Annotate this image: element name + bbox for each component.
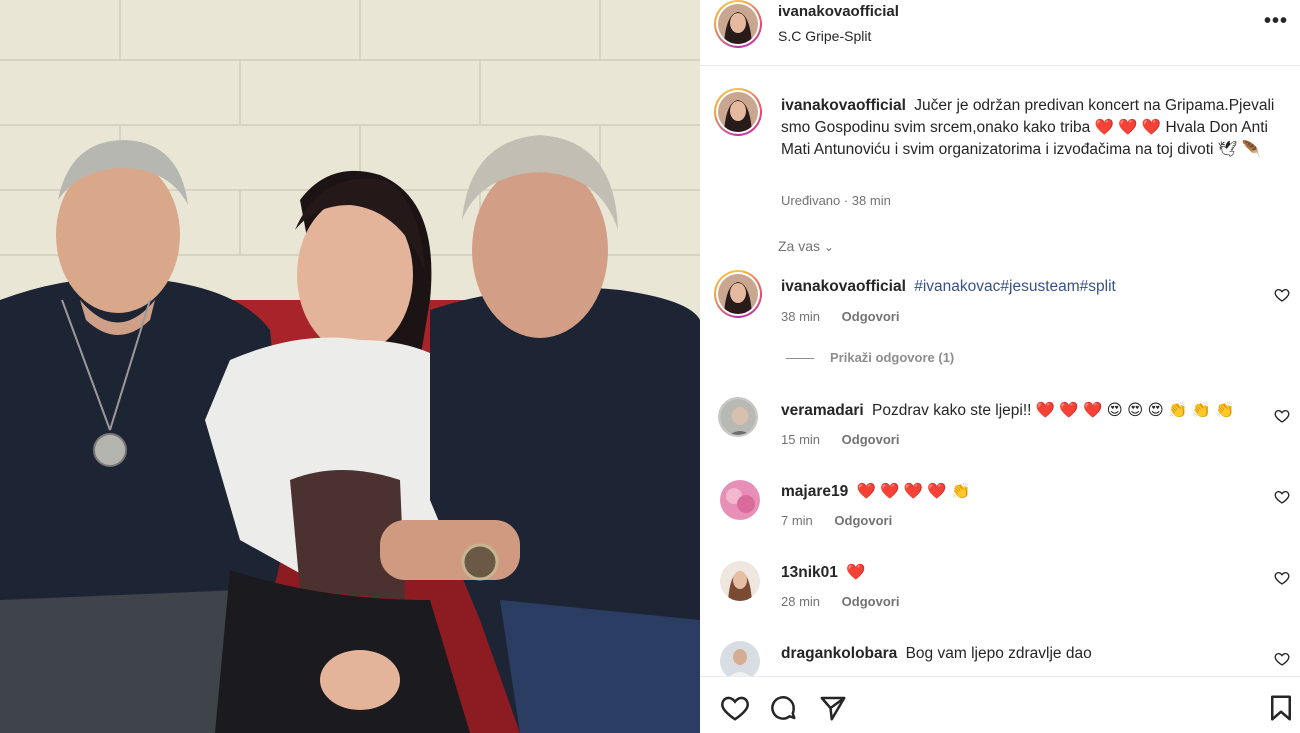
caption-heart: ❤️ <box>1141 119 1162 136</box>
post-location[interactable]: S.C Gripe-Split <box>778 28 871 44</box>
caption-emoji: 🕊 🪶 <box>1217 141 1262 158</box>
author-avatar[interactable] <box>714 0 762 48</box>
comment-time: 28 min <box>781 594 821 609</box>
comment-time: 15 min <box>781 432 821 447</box>
comment: majare19 ❤️ ❤️ ❤️ ❤️ 👏 <box>781 481 1261 503</box>
view-replies-button[interactable]: Prikaži odgovore (1) <box>786 350 954 365</box>
comment-meta: 38 min Odgovori <box>781 309 917 324</box>
comment-like-icon[interactable] <box>1274 489 1290 505</box>
post-caption: ivanakovaofficial Jučer je održan prediv… <box>781 95 1286 161</box>
profile-avatar-icon <box>720 480 760 520</box>
bookmark-icon[interactable] <box>1266 693 1296 723</box>
comment-text: Pozdrav kako ste ljepi!! ❤️ ❤️ ❤️ 😍 😍 😍 … <box>872 402 1235 419</box>
divider <box>786 358 814 360</box>
comment: veramadari Pozdrav kako ste ljepi!! ❤️ ❤… <box>781 400 1261 422</box>
comment-meta: 7 min Odgovori <box>781 513 910 528</box>
post-header: ivanakovaofficial S.C Gripe-Split ••• <box>700 0 1300 66</box>
comment: 13nik01 ❤️ <box>781 562 1261 584</box>
reply-button[interactable]: Odgovori <box>842 432 900 447</box>
author-username[interactable]: ivanakovaofficial <box>778 3 899 20</box>
comment-username[interactable]: dragankolobara <box>781 645 897 662</box>
profile-avatar-icon <box>720 561 760 601</box>
caption-avatar[interactable] <box>714 88 762 136</box>
comment-avatar[interactable] <box>720 480 760 520</box>
comment: dragankolobara Bog vam ljepo zdravlje da… <box>781 643 1261 665</box>
caption-edited: Uređivano · 38 min <box>781 193 891 208</box>
comment-like-icon[interactable] <box>1274 570 1290 586</box>
comment-avatar[interactable] <box>720 641 760 681</box>
comment-username[interactable]: veramadari <box>781 402 864 419</box>
comment-text: ❤️ <box>846 564 866 581</box>
comment-hashtags[interactable]: #ivanakovac#jesusteam#split <box>914 278 1116 295</box>
comment-icon[interactable] <box>768 693 798 723</box>
comment-like-icon[interactable] <box>1274 287 1290 303</box>
profile-avatar-icon <box>718 4 758 44</box>
heart-icon[interactable] <box>720 693 750 723</box>
post-photo[interactable] <box>0 0 700 733</box>
profile-avatar-icon <box>720 399 756 435</box>
more-options-icon[interactable]: ••• <box>1264 11 1288 34</box>
comment-meta: 15 min Odgovori <box>781 432 917 447</box>
comment-username[interactable]: ivanakovaofficial <box>781 278 906 295</box>
post-action-bar <box>700 676 1300 733</box>
view-replies-label: Prikaži odgovore (1) <box>830 350 955 365</box>
caption-username[interactable]: ivanakovaofficial <box>781 97 906 114</box>
comment-text: Bog vam ljepo zdravlje dao <box>905 645 1092 662</box>
comment-avatar[interactable] <box>714 270 762 318</box>
profile-avatar-icon <box>718 274 758 314</box>
comment-username[interactable]: majare19 <box>781 483 848 500</box>
reply-button[interactable]: Odgovori <box>842 594 900 609</box>
for-you-label: Za vas <box>778 238 821 254</box>
caption-hearts: ❤️ ❤️ <box>1094 119 1138 136</box>
profile-avatar-icon <box>720 641 760 681</box>
reply-button[interactable]: Odgovori <box>842 309 900 324</box>
comment: ivanakovaofficial #ivanakovac#jesusteam#… <box>781 276 1261 298</box>
comment-text: ❤️ ❤️ ❤️ ❤️ 👏 <box>856 483 971 500</box>
post-sidebar: ivanakovaofficial S.C Gripe-Split ••• iv… <box>700 0 1300 733</box>
comment-time: 7 min <box>781 513 813 528</box>
post-image <box>0 0 700 733</box>
comment-username[interactable]: 13nik01 <box>781 564 838 581</box>
profile-avatar-icon <box>718 92 758 132</box>
comment-avatar[interactable] <box>718 397 758 437</box>
for-you-filter[interactable]: Za vas ⌄ <box>778 238 834 254</box>
send-icon[interactable] <box>818 693 848 723</box>
comment-avatar[interactable] <box>720 561 760 601</box>
comment-meta: 28 min Odgovori <box>781 594 917 609</box>
comment-time: 38 min <box>781 309 821 324</box>
reply-button[interactable]: Odgovori <box>834 513 892 528</box>
comment-like-icon[interactable] <box>1274 651 1290 667</box>
comment-like-icon[interactable] <box>1274 408 1290 424</box>
chevron-down-icon: ⌄ <box>823 240 834 254</box>
